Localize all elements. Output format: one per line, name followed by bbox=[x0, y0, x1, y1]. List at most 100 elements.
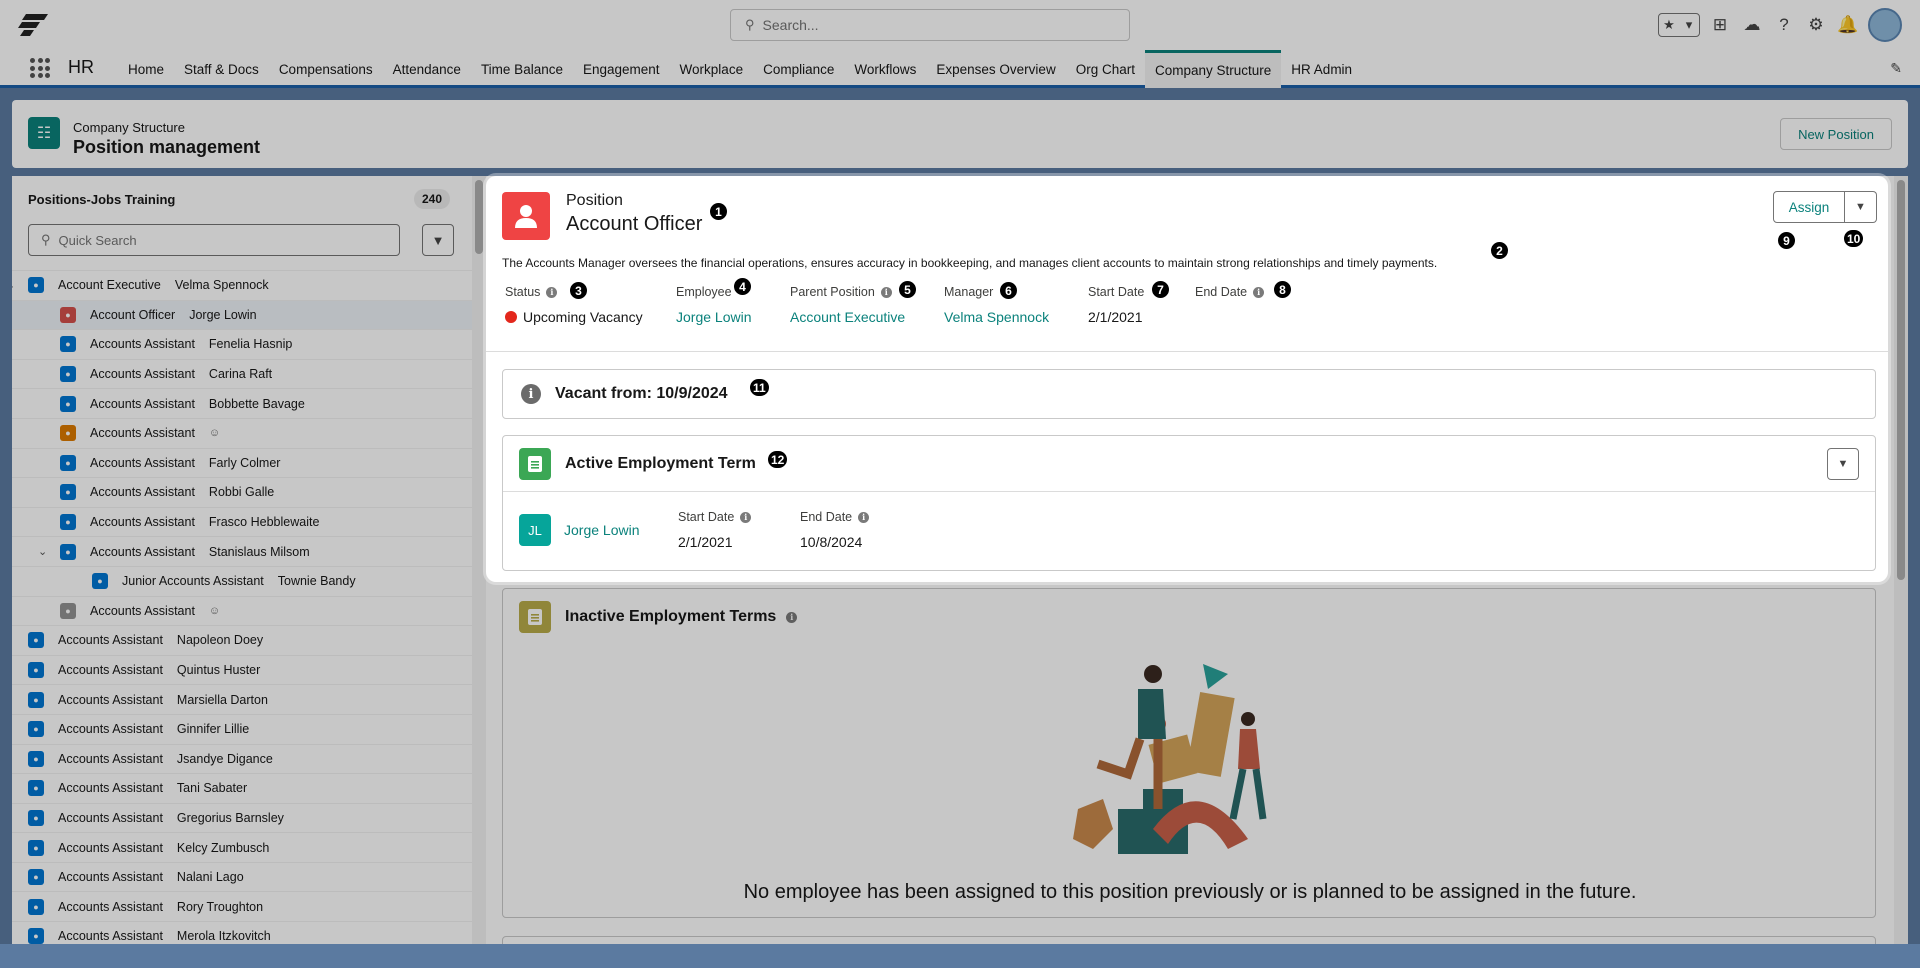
tree-row[interactable]: ⌄ ● Account Executive Velma Spennock bbox=[12, 270, 472, 300]
left-panel-scrollbar[interactable] bbox=[472, 176, 486, 944]
favorites-button[interactable]: ★ ▾ bbox=[1658, 13, 1700, 37]
tree-row[interactable]: ● Accounts Assistant Quintus Huster bbox=[12, 654, 472, 685]
tree-row[interactable]: ● Accounts Assistant Farly Colmer bbox=[12, 447, 472, 478]
position-icon: ● bbox=[60, 514, 76, 531]
gear-icon[interactable]: ⚙ bbox=[1804, 13, 1828, 37]
tree-row[interactable]: ● Junior Accounts Assistant Townie Bandy bbox=[12, 565, 472, 596]
position-icon: ● bbox=[28, 928, 44, 944]
tree-row[interactable]: ● Accounts Assistant Napoleon Doey bbox=[12, 625, 472, 655]
parent-position-field: Parent Position i Account Executive bbox=[790, 285, 944, 325]
chevron-down-icon[interactable]: ⌄ bbox=[12, 279, 15, 292]
tree-row[interactable]: ● Accounts Assistant Jsandye Digance bbox=[12, 743, 472, 774]
tree-row[interactable]: ● Accounts Assistant Ginnifer Lillie bbox=[12, 713, 472, 744]
nav-tab-compensations[interactable]: Compensations bbox=[269, 50, 383, 88]
annotation-badge-9: 9 bbox=[1777, 231, 1796, 250]
active-employment-term-section: Active Employment Term ▼ JL Jorge Lowin … bbox=[502, 435, 1876, 571]
document-icon bbox=[519, 601, 551, 633]
nav-tab-time-balance[interactable]: Time Balance bbox=[471, 50, 573, 88]
tree-row[interactable]: ● Accounts Assistant Merola Itzkovitch bbox=[12, 921, 472, 944]
tree-row[interactable]: ⌄ ● Accounts Assistant Stanislaus Milsom bbox=[12, 536, 472, 566]
nav-tab-compliance[interactable]: Compliance bbox=[753, 50, 844, 88]
nav-tab-company-structure[interactable]: Company Structure bbox=[1144, 50, 1282, 88]
position-icon: ● bbox=[28, 898, 44, 915]
nav-tab-staff-docs[interactable]: Staff & Docs bbox=[174, 50, 269, 88]
tree-row[interactable]: ● Accounts Assistant ☺ bbox=[12, 595, 472, 626]
active-term-menu-button[interactable]: ▼ bbox=[1827, 448, 1859, 480]
info-icon[interactable]: i bbox=[786, 611, 798, 623]
tree-row[interactable]: ● Accounts Assistant Fenelia Hasnip bbox=[12, 329, 472, 359]
section-divider bbox=[486, 351, 1888, 352]
nav-tab-engagement[interactable]: Engagement bbox=[573, 50, 670, 88]
employee-link[interactable]: Jorge Lowin bbox=[676, 309, 752, 325]
assign-dropdown-button[interactable]: ▼ bbox=[1845, 191, 1877, 223]
nav-tab-hr-admin[interactable]: HR Admin bbox=[1281, 50, 1362, 88]
parent-position-link[interactable]: Account Executive bbox=[790, 309, 905, 325]
help-icon[interactable]: ? bbox=[1772, 13, 1796, 37]
global-search-input[interactable]: ⚲ Search... bbox=[730, 9, 1130, 41]
position-icon: ● bbox=[60, 366, 76, 383]
vacant-user-icon: ☺ bbox=[208, 427, 221, 440]
global-search-placeholder: Search... bbox=[762, 17, 819, 33]
start-date-label: Start Date bbox=[1088, 285, 1145, 299]
active-term-start-date: Start Date i 2/1/2021 bbox=[678, 510, 752, 550]
annotation-badge-6: 6 bbox=[999, 281, 1018, 300]
position-icon: ● bbox=[60, 336, 76, 353]
active-term-end-label: End Date bbox=[800, 510, 853, 524]
active-term-employee-link[interactable]: Jorge Lowin bbox=[564, 522, 640, 538]
tree-row[interactable]: ● Accounts Assistant ☺ bbox=[12, 417, 472, 448]
info-icon[interactable]: i bbox=[880, 286, 892, 298]
edit-nav-pencil-icon[interactable]: ✎ bbox=[1890, 60, 1902, 77]
status-field: Status i Upcoming Vacancy bbox=[505, 285, 676, 325]
position-icon: ● bbox=[28, 632, 44, 649]
tree-row-title: Accounts Assistant bbox=[58, 633, 163, 648]
new-position-button[interactable]: New Position bbox=[1780, 118, 1892, 150]
tree-row[interactable]: ● Accounts Assistant Marsiella Darton bbox=[12, 684, 472, 714]
tree-row-title: Accounts Assistant bbox=[58, 722, 163, 737]
nav-tab-expenses-overview[interactable]: Expenses Overview bbox=[926, 50, 1065, 88]
position-icon: ● bbox=[60, 484, 76, 501]
position-description: The Accounts Manager oversees the financ… bbox=[502, 256, 1438, 270]
tree-row[interactable]: ● Accounts Assistant Tani Sabater bbox=[12, 773, 472, 803]
right-panel-scrollbar[interactable] bbox=[1894, 176, 1908, 944]
position-icon: ● bbox=[28, 277, 44, 294]
info-icon[interactable]: i bbox=[740, 511, 752, 523]
manager-link[interactable]: Velma Spennock bbox=[944, 309, 1049, 325]
tree-row-person: Quintus Huster bbox=[176, 663, 261, 678]
tree-row[interactable]: ● Accounts Assistant Gregorius Barnsley bbox=[12, 802, 472, 833]
search-icon: ⚲ bbox=[745, 17, 755, 32]
tree-row[interactable]: ● Accounts Assistant Nalani Lago bbox=[12, 861, 472, 892]
trailhead-icon[interactable]: ☁ bbox=[1740, 13, 1764, 37]
nav-tab-workflows[interactable]: Workflows bbox=[844, 50, 926, 88]
assign-button[interactable]: Assign bbox=[1773, 191, 1845, 223]
position-icon: ● bbox=[28, 780, 44, 797]
tree-row[interactable]: ● Accounts Assistant Robbi Galle bbox=[12, 477, 472, 507]
app-launcher-icon[interactable] bbox=[30, 58, 50, 78]
tree-row[interactable]: ● Accounts Assistant Carina Raft bbox=[12, 358, 472, 389]
nav-tab-org-chart[interactable]: Org Chart bbox=[1066, 50, 1145, 88]
tree-row[interactable]: ● Accounts Assistant Rory Troughton bbox=[12, 891, 472, 921]
chevron-down-icon[interactable]: ⌄ bbox=[38, 545, 47, 558]
quick-search-input[interactable]: ⚲ Quick Search bbox=[28, 224, 400, 256]
nav-tab-workplace[interactable]: Workplace bbox=[670, 50, 754, 88]
nav-tab-home[interactable]: Home bbox=[118, 50, 174, 88]
info-icon[interactable]: i bbox=[858, 511, 870, 523]
chevron-down-icon: ▾ bbox=[1685, 17, 1693, 32]
inactive-employment-terms-section: Inactive Employment Terms i No employee … bbox=[502, 588, 1876, 918]
tree-row[interactable]: ● Accounts Assistant Kelcy Zumbusch bbox=[12, 832, 472, 862]
company-logo[interactable] bbox=[18, 12, 56, 38]
tree-row-person: Kelcy Zumbusch bbox=[176, 840, 270, 855]
user-avatar[interactable] bbox=[1868, 8, 1902, 42]
bell-icon[interactable]: 🔔 bbox=[1836, 13, 1860, 37]
global-actions-plus-icon[interactable]: ⊞ bbox=[1708, 13, 1732, 37]
info-icon[interactable]: i bbox=[1253, 286, 1265, 298]
filter-button[interactable]: ▼ bbox=[422, 224, 454, 256]
app-name: HR bbox=[68, 57, 94, 77]
info-icon[interactable]: i bbox=[546, 286, 558, 298]
vacant-user-icon: ☺ bbox=[208, 604, 221, 617]
start-date-field: Start Date 2/1/2021 bbox=[1088, 285, 1195, 325]
tree-row[interactable]: ● Accounts Assistant Frasco Hebblewaite bbox=[12, 506, 472, 537]
tree-row[interactable]: ● Account Officer Jorge Lowin bbox=[12, 299, 472, 330]
nav-tab-attendance[interactable]: Attendance bbox=[383, 50, 471, 88]
tree-row-title: Accounts Assistant bbox=[90, 544, 195, 559]
tree-row[interactable]: ● Accounts Assistant Bobbette Bavage bbox=[12, 388, 472, 418]
